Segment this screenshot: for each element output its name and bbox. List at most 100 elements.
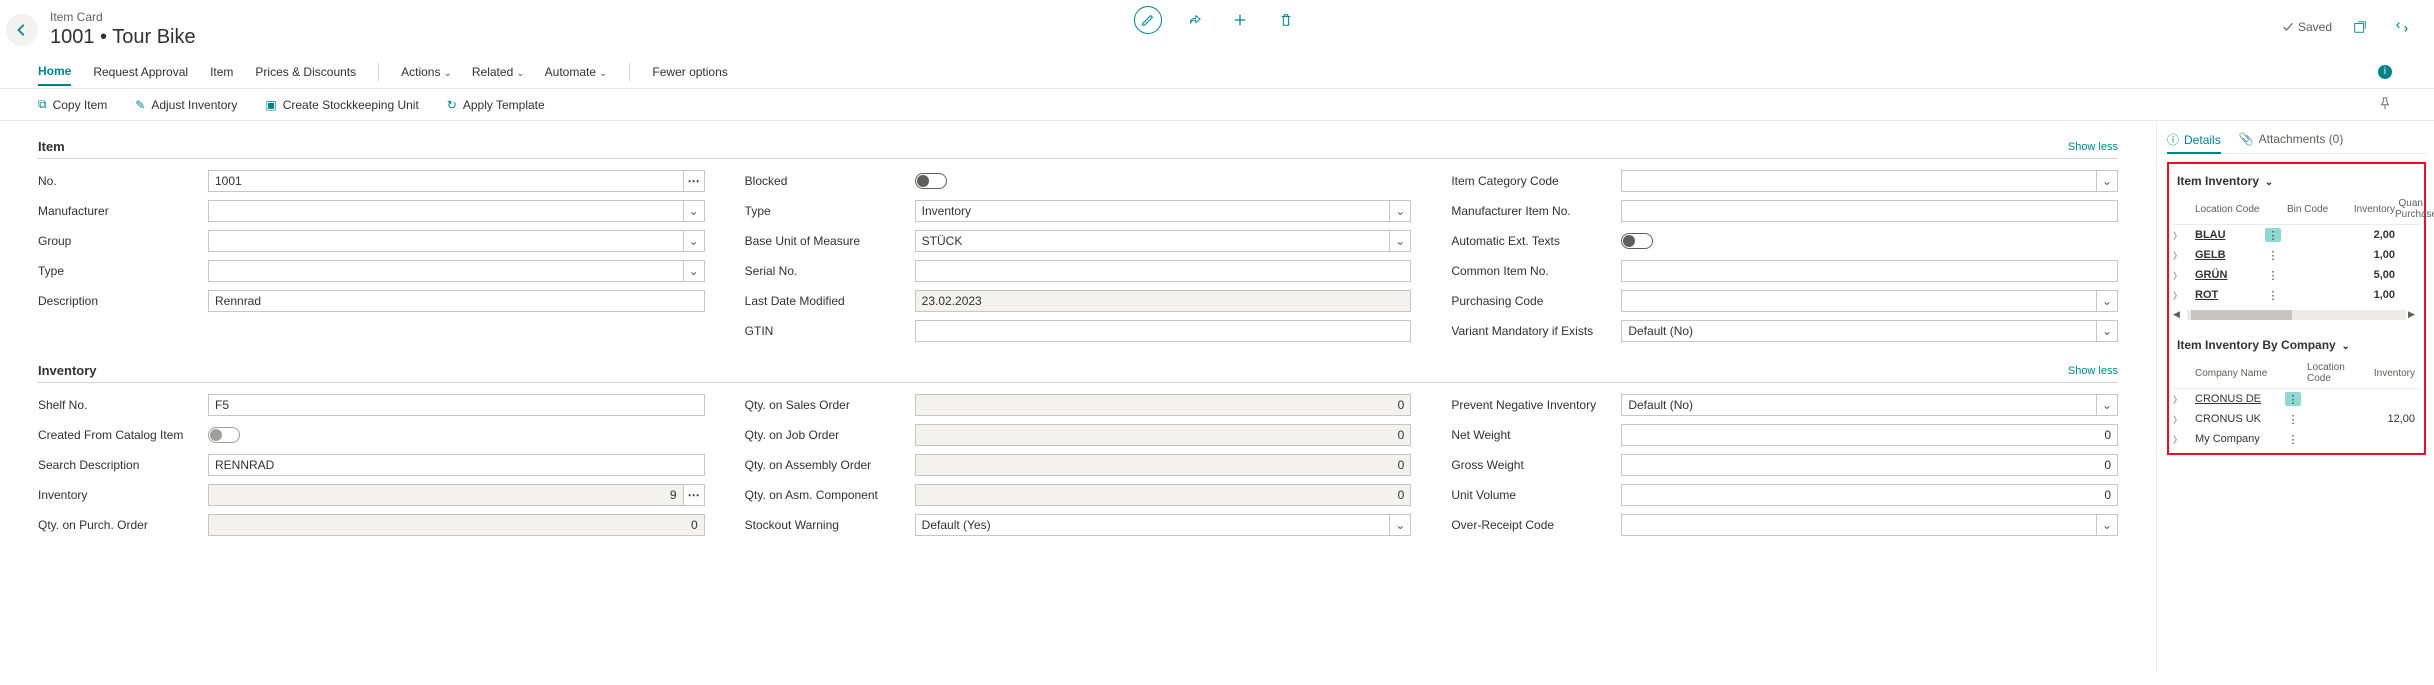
tab-request-approval[interactable]: Request Approval [93, 59, 188, 85]
input-prevent-neg[interactable] [1621, 394, 2097, 416]
scroll-left-icon[interactable]: ◀ [2173, 309, 2185, 320]
col-inventory[interactable]: Inventory [2347, 204, 2395, 215]
dropdown-purch-code[interactable]: ⌄ [2097, 290, 2118, 312]
input-purch-code[interactable] [1621, 290, 2097, 312]
row-expand-icon[interactable]: 〉 [2173, 229, 2195, 242]
input-search-desc[interactable] [208, 454, 705, 476]
company-row[interactable]: 〉My Company⋮ [2173, 429, 2420, 449]
factbox-title-inventory[interactable]: Item Inventory ⌄ [2173, 168, 2420, 194]
row-expand-icon[interactable]: 〉 [2173, 413, 2195, 426]
input-no[interactable] [208, 170, 684, 192]
row-menu-button[interactable]: ⋮ [2265, 228, 2281, 242]
company-row[interactable]: 〉CRONUS DE⋮ [2173, 389, 2420, 409]
inventory-row[interactable]: 〉BLAU⋮2,00 [2173, 225, 2420, 245]
dropdown-item-type[interactable]: ⌄ [1390, 200, 1411, 222]
toggle-blocked[interactable] [915, 173, 947, 189]
dropdown-prevent-neg[interactable]: ⌄ [2097, 394, 2118, 416]
collapse-factbox-button[interactable] [2388, 13, 2416, 41]
location-code[interactable]: BLAU [2195, 229, 2265, 241]
dropdown-group[interactable]: ⌄ [684, 230, 705, 252]
tab-actions[interactable]: Actions⌄ [401, 59, 452, 85]
input-type-attr[interactable] [208, 260, 684, 282]
inventory-row[interactable]: 〉GELB⋮1,00 [2173, 245, 2420, 265]
row-expand-icon[interactable]: 〉 [2173, 269, 2195, 282]
row-menu-button[interactable]: ⋮ [2285, 432, 2301, 446]
inventory-row[interactable]: 〉ROT⋮1,00 [2173, 285, 2420, 305]
row-menu-button[interactable]: ⋮ [2285, 412, 2301, 426]
action-create-sku[interactable]: ▣Create Stockkeeping Unit [265, 98, 418, 112]
dropdown-type-attr[interactable]: ⌄ [684, 260, 705, 282]
input-qty-purch[interactable] [208, 514, 705, 536]
pin-actions-button[interactable] [2378, 96, 2392, 113]
action-adjust-inventory[interactable]: ✎Adjust Inventory [135, 98, 237, 112]
share-button[interactable] [1180, 6, 1208, 34]
dropdown-category[interactable]: ⌄ [2097, 170, 2118, 192]
input-unit-vol[interactable] [1621, 484, 2118, 506]
popout-button[interactable] [2346, 13, 2374, 41]
lookup-inventory[interactable]: ⋯ [684, 484, 705, 506]
input-mfr-item[interactable] [1621, 200, 2118, 222]
company-name[interactable]: My Company [2195, 433, 2285, 445]
factbox-title-by-company[interactable]: Item Inventory By Company ⌄ [2173, 332, 2420, 358]
scroll-right-icon[interactable]: ▶ [2408, 309, 2420, 320]
back-button[interactable] [6, 14, 38, 46]
input-over-receipt[interactable] [1621, 514, 2097, 536]
input-gtin[interactable] [915, 320, 1412, 342]
company-row[interactable]: 〉CRONUS UK⋮12,00 [2173, 409, 2420, 429]
action-copy-item[interactable]: ⧉Copy Item [38, 97, 107, 112]
dropdown-buom[interactable]: ⌄ [1390, 230, 1411, 252]
company-name[interactable]: CRONUS DE [2195, 393, 2285, 405]
input-buom[interactable] [915, 230, 1391, 252]
row-menu-button[interactable]: ⋮ [2265, 268, 2281, 282]
delete-button[interactable] [1272, 6, 1300, 34]
input-inventory[interactable] [208, 484, 684, 506]
input-category[interactable] [1621, 170, 2097, 192]
input-common[interactable] [1621, 260, 2118, 282]
input-qty-asm[interactable] [915, 454, 1412, 476]
row-menu-button[interactable]: ⋮ [2265, 248, 2281, 262]
inventory-row[interactable]: 〉GRÜN⋮5,00 [2173, 265, 2420, 285]
show-less-inventory[interactable]: Show less [2068, 365, 2118, 377]
tab-prices[interactable]: Prices & Discounts [255, 59, 356, 85]
input-item-type[interactable] [915, 200, 1391, 222]
dropdown-over-receipt[interactable]: ⌄ [2097, 514, 2118, 536]
dropdown-manufacturer[interactable]: ⌄ [684, 200, 705, 222]
tab-fewer-options[interactable]: Fewer options [652, 59, 727, 85]
dropdown-stockout[interactable]: ⌄ [1390, 514, 1411, 536]
row-expand-icon[interactable]: 〉 [2173, 249, 2195, 262]
dropdown-variant[interactable]: ⌄ [2097, 320, 2118, 342]
input-net-weight[interactable] [1621, 424, 2118, 446]
input-shelf[interactable] [208, 394, 705, 416]
lookup-no[interactable]: ⋯ [684, 170, 705, 192]
edit-button[interactable] [1134, 6, 1162, 34]
show-less-item[interactable]: Show less [2068, 141, 2118, 153]
input-manufacturer[interactable] [208, 200, 684, 222]
col-company[interactable]: Company Name [2195, 368, 2285, 379]
location-code[interactable]: ROT [2195, 289, 2265, 301]
col-inventory2[interactable]: Inventory [2367, 368, 2415, 379]
action-apply-template[interactable]: ↻Apply Template [447, 98, 545, 112]
toggle-auto-ext[interactable] [1621, 233, 1653, 249]
teaching-tip-icon[interactable]: i [2378, 65, 2392, 79]
location-code[interactable]: GELB [2195, 249, 2265, 261]
pane-tab-details[interactable]: ⓘDetails [2167, 131, 2221, 154]
input-gross-weight[interactable] [1621, 454, 2118, 476]
col-bin[interactable]: Bin Code [2287, 204, 2347, 215]
pane-tab-attachments[interactable]: 📎Attachments (0) [2239, 131, 2344, 147]
factbox-hscroll[interactable]: ◀ ▶ [2173, 309, 2420, 320]
row-expand-icon[interactable]: 〉 [2173, 289, 2195, 302]
input-qty-job[interactable] [915, 424, 1412, 446]
tab-related[interactable]: Related⌄ [472, 59, 525, 85]
col-qty-purch[interactable]: QuanPurchase [2395, 198, 2423, 220]
company-name[interactable]: CRONUS UK [2195, 413, 2285, 425]
row-expand-icon[interactable]: 〉 [2173, 433, 2195, 446]
input-variant[interactable] [1621, 320, 2097, 342]
input-serial[interactable] [915, 260, 1412, 282]
tab-item[interactable]: Item [210, 59, 233, 85]
col-location2[interactable]: Location Code [2307, 362, 2367, 384]
row-menu-button[interactable]: ⋮ [2265, 288, 2281, 302]
tab-home[interactable]: Home [38, 58, 71, 86]
row-expand-icon[interactable]: 〉 [2173, 393, 2195, 406]
input-group[interactable] [208, 230, 684, 252]
input-description[interactable] [208, 290, 705, 312]
